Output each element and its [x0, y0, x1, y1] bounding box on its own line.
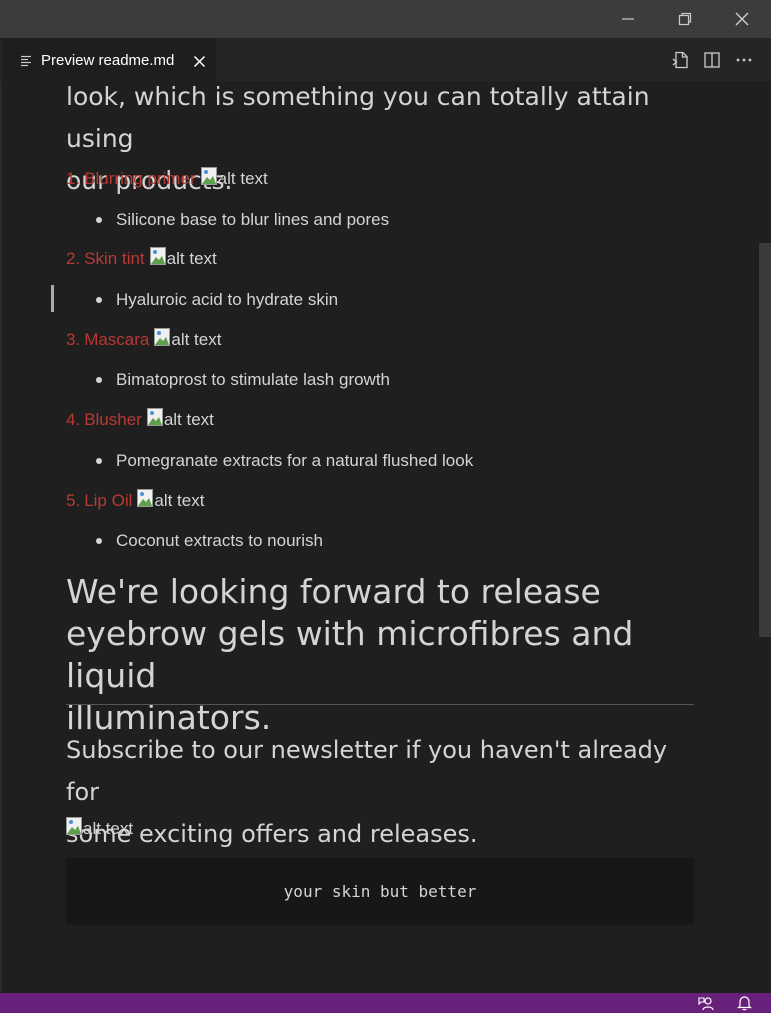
close-window-button[interactable] — [714, 0, 770, 38]
heading-line: eyebrow gels with microfibres and liquid — [66, 614, 634, 695]
scrollbar-thumb[interactable] — [759, 243, 771, 637]
product-detail: Hyaluroic acid to hydrate skin — [116, 290, 339, 309]
product-image: alt text — [154, 328, 222, 350]
subscribe-line: some exciting offers and releases. — [66, 820, 478, 848]
minimize-button[interactable] — [600, 0, 656, 38]
tab-preview-readme[interactable]: Preview readme.md — [2, 38, 216, 82]
product-image: alt text — [137, 489, 205, 511]
product-detail-item: Bimatoprost to stimulate lash growth — [96, 366, 390, 394]
list-number: 5. — [66, 491, 81, 510]
list-number: 4. — [66, 410, 81, 429]
footer-image: alt text — [66, 817, 134, 842]
product-detail: Coconut extracts to nourish — [116, 531, 323, 550]
bullet — [96, 538, 102, 544]
bullet — [96, 377, 102, 383]
subscribe-paragraph: Subscribe to our newsletter if you haven… — [66, 729, 706, 855]
product-name: Skin tint — [84, 249, 145, 268]
image-alt-text: alt text — [166, 249, 217, 268]
restore-icon — [678, 12, 692, 26]
minimize-icon — [622, 18, 634, 20]
product-detail-item: Silicone base to blur lines and pores — [96, 206, 389, 234]
product-detail: Pomegranate extracts for a natural flush… — [116, 451, 474, 470]
product-detail-item: Coconut extracts to nourish — [96, 527, 323, 555]
tab-label: Preview readme.md — [41, 52, 175, 69]
list-number: 2. — [66, 249, 81, 268]
broken-image-icon — [66, 817, 82, 835]
selection-marker — [51, 285, 54, 312]
product-detail-item: Hyaluroic acid to hydrate skin — [96, 286, 338, 314]
footer-image-alt: alt text — [66, 817, 134, 839]
list-number: 1. — [66, 169, 81, 188]
preview-icon — [20, 54, 34, 68]
product-list-item: 4. Blusher alt text — [66, 406, 214, 434]
preview-heading: We're looking forward to release eyebrow… — [66, 571, 706, 739]
product-detail-item: Pomegranate extracts for a natural flush… — [96, 447, 473, 475]
product-image: alt text — [146, 408, 214, 430]
close-icon — [735, 12, 749, 26]
bell-icon — [736, 996, 752, 1011]
product-name: Blusher — [84, 410, 142, 429]
heading-divider — [66, 704, 694, 705]
split-editor-icon — [704, 51, 720, 68]
close-icon — [193, 55, 205, 67]
intro-line: look, which is something you can totally… — [66, 82, 650, 153]
product-name: Lip Oil — [84, 491, 133, 510]
heading-line: We're looking forward to release — [66, 572, 601, 611]
markdown-preview[interactable]: look, which is something you can totally… — [0, 81, 771, 993]
more-actions-button[interactable] — [733, 49, 755, 71]
status-bar — [0, 993, 771, 1013]
subscribe-line: Subscribe to our newsletter if you haven… — [66, 736, 668, 806]
product-image: alt text — [149, 247, 217, 269]
broken-image-icon — [137, 489, 154, 507]
broken-image-icon — [146, 408, 163, 426]
product-list-item: 3. Mascara alt text — [66, 326, 221, 354]
title-bar — [0, 0, 771, 38]
feedback-icon — [697, 996, 714, 1010]
editor-actions — [669, 38, 755, 81]
bullet — [96, 458, 102, 464]
broken-image-icon — [149, 247, 166, 265]
image-alt-text: alt text — [217, 169, 268, 188]
code-block: your skin but better — [66, 858, 694, 925]
restore-button[interactable] — [657, 0, 713, 38]
image-alt-text: alt text — [154, 491, 205, 510]
feedback-button[interactable] — [697, 995, 715, 1011]
image-alt-text: alt text — [163, 410, 214, 429]
split-editor-button[interactable] — [701, 49, 723, 71]
scrollbar[interactable] — [757, 81, 771, 993]
open-source-icon — [672, 51, 688, 68]
product-detail: Silicone base to blur lines and pores — [116, 210, 390, 229]
product-list-item: 5. Lip Oil alt text — [66, 487, 204, 515]
product-name: Blurring primer — [84, 169, 196, 188]
product-name: Mascara — [84, 330, 150, 349]
product-detail: Bimatoprost to stimulate lash growth — [116, 370, 391, 389]
list-number: 3. — [66, 330, 81, 349]
more-actions-icon — [736, 58, 752, 61]
broken-image-icon — [200, 167, 217, 185]
image-alt-text: alt text — [83, 819, 134, 838]
image-alt-text: alt text — [171, 330, 222, 349]
broken-image-icon — [154, 328, 171, 346]
editor-left-edge — [0, 81, 2, 993]
tab-close-button[interactable] — [190, 52, 208, 70]
tab-bar: Preview readme.md — [0, 38, 771, 82]
bullet — [96, 297, 102, 303]
code-text: your skin but better — [283, 882, 477, 901]
open-source-button[interactable] — [669, 49, 691, 71]
product-list-item: 2. Skin tint alt text — [66, 245, 217, 273]
product-image: alt text — [200, 167, 268, 189]
notifications-button[interactable] — [735, 995, 753, 1011]
product-list-item: 1. Blurring primer alt text — [66, 165, 268, 193]
bullet — [96, 217, 102, 223]
